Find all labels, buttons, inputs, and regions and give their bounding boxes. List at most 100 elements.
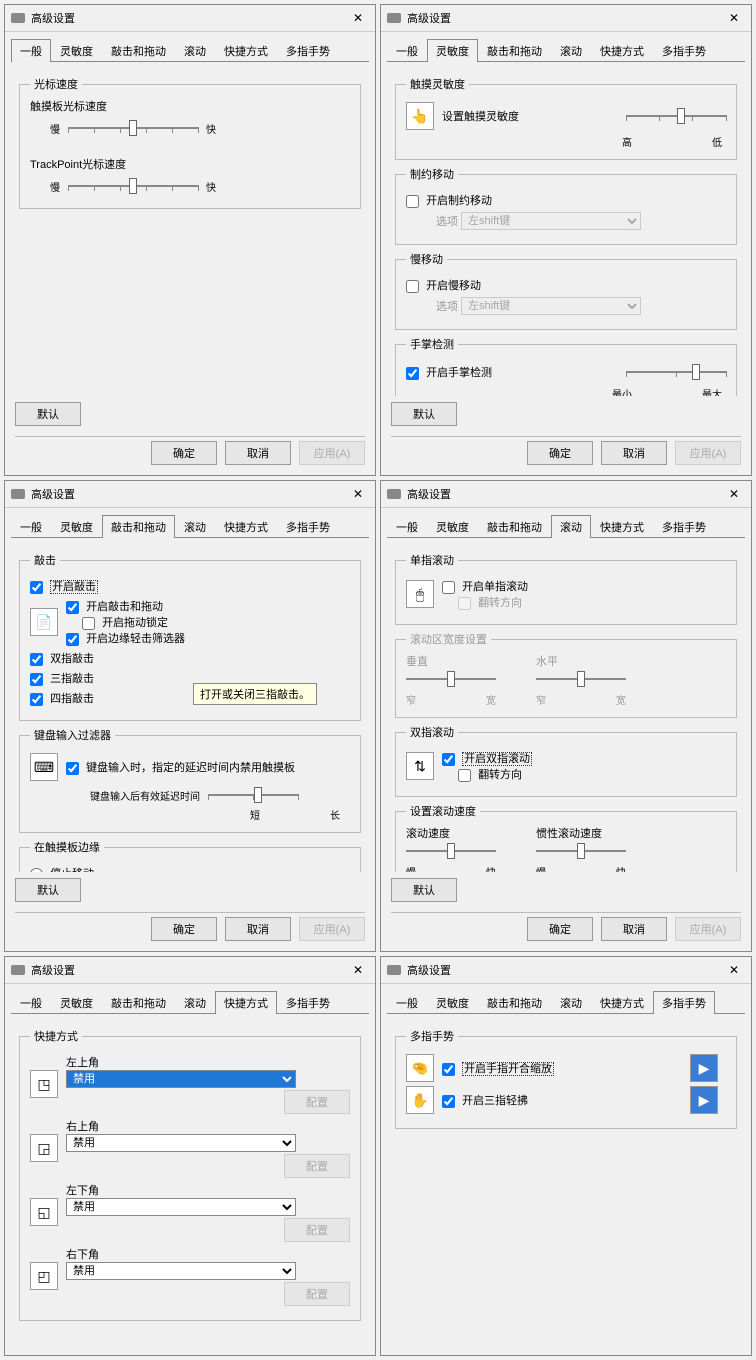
tab-sensitivity[interactable]: 灵敏度 <box>51 991 102 1014</box>
chk-two-scroll[interactable]: 开启双指滚动 <box>442 753 532 765</box>
tab-shortcuts[interactable]: 快捷方式 <box>591 991 653 1014</box>
tab-tap-drag[interactable]: 敲击和拖动 <box>478 39 551 62</box>
cancel-button[interactable]: 取消 <box>225 441 291 465</box>
chk-edgeclick[interactable]: 开启边缘轻击筛选器 <box>66 633 185 645</box>
default-button[interactable]: 默认 <box>391 878 457 902</box>
corner-br-config[interactable]: 配置 <box>284 1282 350 1306</box>
corner-tr-select[interactable]: 禁用 <box>66 1134 296 1152</box>
chk-two-flip[interactable]: 翻转方向 <box>458 769 522 781</box>
tab-tap-drag[interactable]: 敲击和拖动 <box>102 991 175 1014</box>
vert-width-slider[interactable] <box>406 669 496 689</box>
corner-br-select[interactable]: 禁用 <box>66 1262 296 1280</box>
chk-constrain[interactable]: 开启制约移动 <box>406 192 492 208</box>
tab-scroll[interactable]: 滚动 <box>175 39 215 62</box>
corner-bl-select[interactable]: 禁用 <box>66 1198 296 1216</box>
chk-four-tap[interactable]: 四指敲击 <box>30 690 94 706</box>
tab-general[interactable]: 一般 <box>387 515 427 538</box>
ok-button[interactable]: 确定 <box>527 917 593 941</box>
ok-button[interactable]: 确定 <box>527 441 593 465</box>
cancel-button[interactable]: 取消 <box>601 917 667 941</box>
tab-general[interactable]: 一般 <box>11 515 51 538</box>
tab-scroll[interactable]: 滚动 <box>175 991 215 1014</box>
pinch-demo-icon[interactable]: ▶ <box>690 1054 718 1082</box>
tab-sensitivity[interactable]: 灵敏度 <box>427 991 478 1014</box>
apply-button[interactable]: 应用(A) <box>299 917 365 941</box>
tab-gestures[interactable]: 多指手势 <box>653 39 715 62</box>
tab-gestures[interactable]: 多指手势 <box>277 39 339 62</box>
slowmove-select[interactable]: 左shift键 <box>461 297 641 315</box>
tab-sensitivity[interactable]: 灵敏度 <box>427 515 478 538</box>
tab-shortcuts[interactable]: 快捷方式 <box>215 515 277 538</box>
tab-sensitivity[interactable]: 灵敏度 <box>51 515 102 538</box>
tab-gestures[interactable]: 多指手势 <box>277 991 339 1014</box>
ok-button[interactable]: 确定 <box>151 917 217 941</box>
constrain-select[interactable]: 左shift键 <box>461 212 641 230</box>
swipe-demo-icon[interactable]: ▶ <box>690 1086 718 1114</box>
tab-scroll[interactable]: 滚动 <box>551 39 591 62</box>
tab-scroll[interactable]: 滚动 <box>175 515 215 538</box>
chk-swipe[interactable]: 开启三指轻拂 <box>442 1092 528 1108</box>
tab-scroll[interactable]: 滚动 <box>551 515 591 538</box>
touchpad-speed-slider[interactable] <box>68 118 198 138</box>
apply-button[interactable]: 应用(A) <box>299 441 365 465</box>
inertia-speed-slider[interactable] <box>536 841 626 861</box>
chk-slowmove[interactable]: 开启慢移动 <box>406 277 481 293</box>
close-button[interactable]: ✕ <box>347 9 369 27</box>
dialog-tap-drag: 高级设置 ✕ 一般 灵敏度 敲击和拖动 滚动 快捷方式 多指手势 敲击 开启敲击… <box>4 480 376 952</box>
tab-general[interactable]: 一般 <box>11 991 51 1014</box>
apply-button[interactable]: 应用(A) <box>675 441 741 465</box>
trackpoint-speed-slider[interactable] <box>68 176 198 196</box>
radio-stop[interactable]: 停止移动 <box>30 865 94 872</box>
chk-single-scroll[interactable]: 开启单指滚动 <box>442 581 528 593</box>
scroll-speed-slider[interactable] <box>406 841 496 861</box>
chk-pinch[interactable]: 开启手指开合缩放 <box>442 1060 554 1076</box>
legend-tap: 敲击 <box>30 552 60 568</box>
tab-shortcuts[interactable]: 快捷方式 <box>591 515 653 538</box>
ok-button[interactable]: 确定 <box>151 441 217 465</box>
chk-three-tap[interactable]: 三指敲击 <box>30 670 94 686</box>
tab-general[interactable]: 一般 <box>11 39 51 62</box>
horiz-width-slider[interactable] <box>536 669 626 689</box>
tab-tap-drag[interactable]: 敲击和拖动 <box>102 515 175 538</box>
tab-tap-drag[interactable]: 敲击和拖动 <box>478 515 551 538</box>
default-button[interactable]: 默认 <box>391 402 457 426</box>
apply-button[interactable]: 应用(A) <box>675 917 741 941</box>
corner-tr-config[interactable]: 配置 <box>284 1154 350 1178</box>
tab-scroll[interactable]: 滚动 <box>551 991 591 1014</box>
corner-tl-config[interactable]: 配置 <box>284 1090 350 1114</box>
close-button[interactable]: ✕ <box>347 961 369 979</box>
tab-tap-drag[interactable]: 敲击和拖动 <box>102 39 175 62</box>
chk-enable-tap[interactable]: 开启敲击 <box>30 578 98 594</box>
chk-palm[interactable]: 开启手掌检测 <box>406 364 492 380</box>
chk-tapdrag[interactable]: 开启敲击和拖动 <box>66 601 163 613</box>
close-button[interactable]: ✕ <box>723 961 745 979</box>
chk-two-tap[interactable]: 双指敲击 <box>30 650 94 666</box>
tab-shortcuts[interactable]: 快捷方式 <box>215 39 277 62</box>
tab-general[interactable]: 一般 <box>387 39 427 62</box>
default-button[interactable]: 默认 <box>15 878 81 902</box>
corner-tl-select[interactable]: 禁用 <box>66 1070 296 1088</box>
tab-gestures[interactable]: 多指手势 <box>653 991 715 1014</box>
chk-single-flip[interactable]: 翻转方向 <box>458 597 522 609</box>
tab-gestures[interactable]: 多指手势 <box>653 515 715 538</box>
tab-gestures[interactable]: 多指手势 <box>277 515 339 538</box>
tab-shortcuts[interactable]: 快捷方式 <box>215 991 277 1014</box>
close-button[interactable]: ✕ <box>723 485 745 503</box>
close-button[interactable]: ✕ <box>347 485 369 503</box>
tab-shortcuts[interactable]: 快捷方式 <box>591 39 653 62</box>
kbdelay-slider[interactable] <box>208 785 298 805</box>
chk-draglock[interactable]: 开启拖动锁定 <box>82 617 168 629</box>
fast-label: 快 <box>616 864 626 872</box>
tab-sensitivity[interactable]: 灵敏度 <box>51 39 102 62</box>
tab-general[interactable]: 一般 <box>387 991 427 1014</box>
chk-kbfilter[interactable]: 键盘输入时，指定的延迟时间内禁用触摸板 <box>66 759 295 775</box>
palm-slider[interactable] <box>626 362 726 382</box>
cancel-button[interactable]: 取消 <box>225 917 291 941</box>
tab-tap-drag[interactable]: 敲击和拖动 <box>478 991 551 1014</box>
tab-sensitivity[interactable]: 灵敏度 <box>427 39 478 62</box>
close-button[interactable]: ✕ <box>723 9 745 27</box>
cancel-button[interactable]: 取消 <box>601 441 667 465</box>
corner-bl-config[interactable]: 配置 <box>284 1218 350 1242</box>
sensitivity-slider[interactable] <box>626 106 726 126</box>
default-button[interactable]: 默认 <box>15 402 81 426</box>
